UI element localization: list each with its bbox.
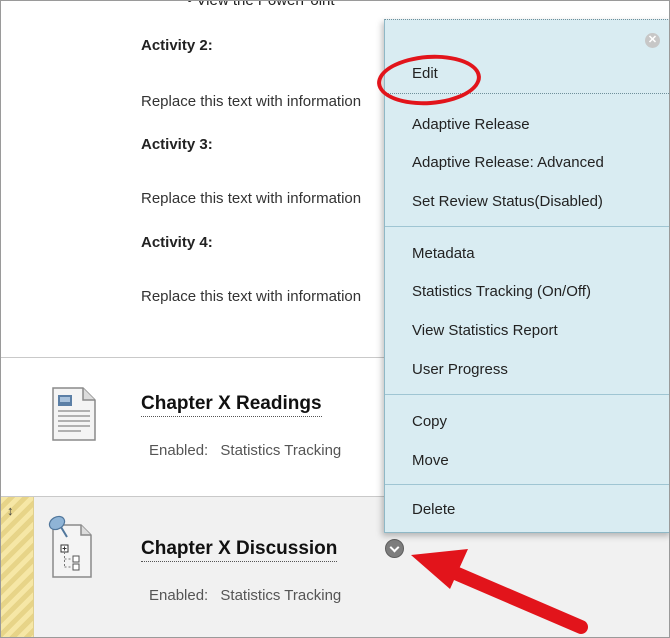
divider [385, 226, 669, 227]
item-title-link[interactable]: Chapter X Discussion [141, 538, 338, 562]
menu-item-copy[interactable]: Copy [412, 413, 447, 430]
divider [385, 394, 669, 395]
item-enabled-info: Enabled: Statistics Tracking [149, 587, 341, 604]
divider [385, 484, 669, 485]
drag-handle-icon[interactable]: ↕ [7, 503, 14, 518]
menu-item-move[interactable]: Move [412, 452, 449, 469]
activity-2-text: Replace this text with information [141, 93, 362, 110]
enabled-label: Enabled: [149, 442, 209, 459]
menu-item-adaptive-release-advanced[interactable]: Adaptive Release: Advanced [412, 154, 604, 171]
item-enabled-info: Enabled: Statistics Tracking [149, 442, 341, 459]
drag-strip[interactable]: ↕ [1, 497, 34, 637]
course-content-page: • View the PowerPoint Activity 2: Replac… [0, 0, 670, 638]
enabled-value: Statistics Tracking [220, 442, 342, 459]
truncated-bullet-text: • View the PowerPoint [187, 0, 335, 9]
menu-item-set-review-status[interactable]: Set Review Status(Disabled) [412, 193, 603, 210]
close-icon[interactable]: ✕ [645, 33, 660, 48]
discussion-board-icon [48, 515, 92, 578]
red-arrow-annotation [411, 549, 588, 634]
activity-2-heading: Activity 2: [141, 37, 213, 54]
activity-4-text: Replace this text with information [141, 288, 362, 305]
menu-item-delete[interactable]: Delete [412, 501, 455, 518]
options-chevron-down-icon[interactable] [385, 539, 404, 558]
menu-item-metadata[interactable]: Metadata [412, 245, 475, 262]
enabled-value: Statistics Tracking [220, 587, 342, 604]
menu-item-user-progress[interactable]: User Progress [412, 361, 508, 378]
activity-3-heading: Activity 3: [141, 136, 213, 153]
item-title-link[interactable]: Chapter X Readings [141, 393, 322, 417]
menu-item-view-statistics-report[interactable]: View Statistics Report [412, 322, 558, 339]
activity-4-heading: Activity 4: [141, 234, 213, 251]
menu-item-adaptive-release[interactable]: Adaptive Release [412, 116, 530, 133]
enabled-label: Enabled: [149, 587, 209, 604]
activity-3-text: Replace this text with information [141, 190, 362, 207]
document-icon [52, 387, 96, 441]
menu-item-statistics-tracking[interactable]: Statistics Tracking (On/Off) [412, 283, 591, 300]
